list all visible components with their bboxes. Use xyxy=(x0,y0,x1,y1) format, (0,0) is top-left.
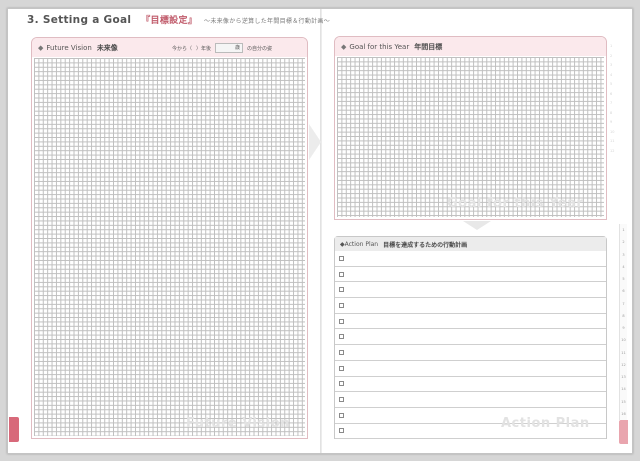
action-plan-jp: 目標を達成するための行動計画 xyxy=(383,241,468,249)
section-tab[interactable] xyxy=(9,417,19,442)
future-vision-box: ◆ Future Vision 未来像 今から（ ）年後 歳 の自分の姿 xyxy=(31,37,308,439)
spine xyxy=(320,9,322,453)
action-plan-box: ◆ Action Plan 目標を達成するための行動計画 xyxy=(334,236,607,440)
goal-label: Goal for this Year xyxy=(349,42,410,51)
future-vision-grid[interactable] xyxy=(34,58,305,436)
vision-meta-suffix: の自分の姿 xyxy=(247,45,273,52)
checkbox[interactable] xyxy=(339,428,344,434)
checkbox[interactable] xyxy=(339,365,344,371)
checkbox[interactable] xyxy=(339,302,344,308)
goal-watermark: Goal for this Year xyxy=(447,196,584,211)
goal-header: ◆ Goal for this Year 年間目標 xyxy=(335,37,606,56)
diamond-icon: ◆ xyxy=(38,43,44,52)
goal-jp: 年間目標 xyxy=(414,42,443,51)
action-plan-row[interactable] xyxy=(335,267,606,283)
index-tabs[interactable]: 1 2 3 4 5 6 7 8 9 10 11 12 13 14 15 16 xyxy=(619,224,627,420)
action-plan-row[interactable] xyxy=(335,361,606,377)
arrow-right-icon xyxy=(309,124,321,160)
vision-years-field: 今から（ ）年後 歳 の自分の姿 xyxy=(172,43,272,53)
action-plan-row[interactable] xyxy=(335,329,606,346)
bookmark-tab[interactable] xyxy=(619,420,628,444)
future-vision-jp: 未来像 xyxy=(96,43,118,52)
action-plan-row[interactable] xyxy=(335,392,606,408)
future-vision-watermark: Future Vision xyxy=(186,416,290,431)
checkbox[interactable] xyxy=(339,255,344,261)
checkbox[interactable] xyxy=(339,397,344,403)
action-plan-watermark: Action Plan xyxy=(501,416,590,431)
action-plan-header: ◆ Action Plan 目標を達成するための行動計画 xyxy=(335,237,606,251)
vision-meta-prefix: 今から（ xyxy=(172,45,193,52)
goal-grid[interactable] xyxy=(337,57,604,217)
action-plan-label: Action Plan xyxy=(344,240,379,248)
action-plan-row[interactable] xyxy=(335,298,606,314)
page-subtitle: 〜未来像から逆算した年間目標＆行動計画〜 xyxy=(204,18,331,25)
checkbox[interactable] xyxy=(339,381,344,387)
checkbox[interactable] xyxy=(339,271,344,277)
age-input[interactable]: 歳 xyxy=(215,43,244,53)
page-title-main: 3. Setting a Goal xyxy=(27,14,132,26)
row-number-gutter: 1 2 3 4 5 6 7 8 9 10 11 12 xyxy=(610,44,615,153)
checkbox[interactable] xyxy=(339,412,344,418)
future-vision-label: Future Vision xyxy=(46,43,92,52)
checkbox[interactable] xyxy=(339,318,344,324)
arrow-down-icon xyxy=(463,221,491,230)
action-plan-row[interactable] xyxy=(335,345,606,361)
page-title: 3. Setting a Goal 『目標設定』 〜未来像から逆算した年間目標＆… xyxy=(27,13,330,26)
goal-box: ◆ Goal for this Year 年間目標 xyxy=(334,36,607,220)
action-plan-row[interactable] xyxy=(335,314,606,330)
action-plan-list xyxy=(335,251,606,440)
action-plan-row[interactable] xyxy=(335,282,606,299)
vision-meta-year: ）年後 xyxy=(196,45,212,52)
action-plan-row[interactable] xyxy=(335,377,606,393)
page-title-jp: 『目標設定』 xyxy=(141,16,198,26)
checkbox[interactable] xyxy=(339,349,344,355)
checkbox[interactable] xyxy=(339,287,344,293)
diamond-icon: ◆ xyxy=(341,42,347,51)
checkbox[interactable] xyxy=(339,334,344,340)
action-plan-row[interactable] xyxy=(335,251,606,267)
